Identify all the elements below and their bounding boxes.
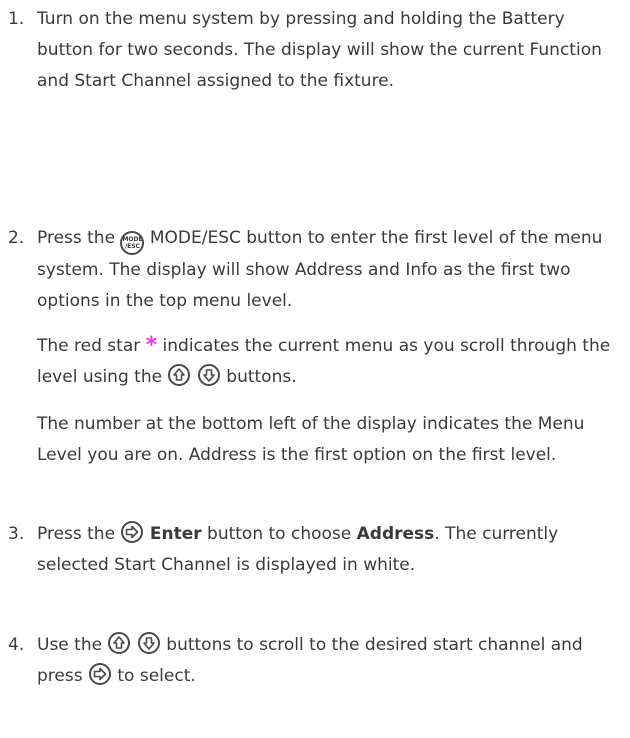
up-arrow-icon (108, 632, 131, 654)
down-arrow-icon (137, 632, 160, 654)
step-text: Use the buttons to scroll to the desired… (8, 630, 623, 692)
step-number: 3. (8, 524, 25, 544)
step-text: Press the MODE/ESC MODE/ESC button to en… (37, 228, 603, 311)
red-star-icon: * (145, 333, 158, 358)
step-3: 3. Press the Enter button to choose Addr… (8, 519, 623, 581)
enter-label: Enter (149, 524, 202, 544)
step-text: Press the Enter button to choose Address… (8, 519, 623, 581)
enter-arrow-icon (121, 521, 144, 543)
step-2: 2. Press the MODE/ESC MODE/ESC button to… (8, 223, 623, 317)
mode-esc-icon: MODE/ESC (120, 231, 145, 255)
step-number: 4. (8, 635, 25, 655)
step-number: 2. (8, 228, 25, 248)
down-arrow-icon (197, 364, 220, 386)
step-4: 4. Use the buttons to scroll to the desi… (8, 630, 623, 692)
step-2-level-paragraph: The number at the bottom left of the dis… (37, 414, 585, 465)
up-arrow-icon (168, 364, 191, 386)
enter-arrow-icon (88, 663, 111, 685)
step-text: Turn on the menu system by pressing and … (37, 9, 602, 91)
step-2-star-paragraph: The red star * indicates the current men… (37, 333, 611, 387)
step-number: 1. (8, 9, 25, 29)
step-1: 1. Turn on the menu system by pressing a… (8, 4, 623, 97)
address-label: Address (356, 524, 435, 544)
